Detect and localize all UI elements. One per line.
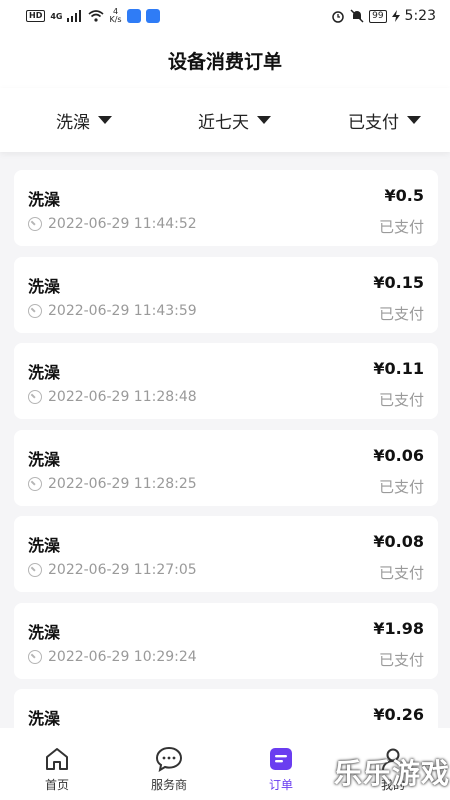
order-time: 2022-06-29 11:44:52 (28, 216, 197, 232)
order-status: 已支付 (378, 218, 424, 236)
clock-icon (28, 217, 42, 231)
order-status: 已支付 (378, 391, 424, 409)
chevron-down-icon (98, 116, 112, 124)
filter-device-type[interactable]: 洗澡 (56, 108, 112, 133)
order-name: 洗澡 (28, 276, 61, 296)
order-name: 洗澡 (28, 536, 61, 555)
filter-date-range-label: 近七天 (198, 112, 249, 133)
status-bar-left: HD 4G 4 K/s (26, 8, 160, 24)
order-time-text: 2022-06-29 11:28:48 (48, 389, 197, 405)
network-speed: 4 K/s (109, 8, 121, 24)
order-status: 已支付 (378, 304, 424, 323)
page-title: 设备消费订单 (167, 50, 282, 73)
app-header: 设备消费订单 (0, 32, 450, 88)
order-amount: ¥0.5 (384, 186, 424, 205)
order-time-text: 2022-06-29 11:27:05 (48, 562, 197, 578)
order-card[interactable]: 洗澡 2022-06-29 11:28:25 ¥0.06 已支付 (14, 429, 438, 506)
order-time: 2022-06-29 11:43:59 (28, 303, 197, 319)
order-card[interactable]: 洗澡 2022-06-29 11:28:48 ¥0.11 已支付 (14, 343, 438, 419)
order-time-text: 2022-06-29 10:29:24 (48, 648, 197, 665)
tab-orders[interactable]: 订单 (241, 746, 321, 793)
filter-date-range[interactable]: 近七天 (198, 108, 271, 133)
order-card[interactable]: 洗澡 2022-06-29 11:43:59 ¥0.15 已支付 (14, 256, 438, 333)
speed-unit: K/s (109, 15, 122, 24)
order-amount: ¥0.15 (373, 272, 424, 292)
battery-indicator: 99 (369, 9, 387, 23)
order-amount: ¥0.11 (373, 359, 424, 378)
order-time-text: 2022-06-29 11:28:25 (48, 475, 197, 492)
filter-payment-status[interactable]: 已支付 (348, 108, 421, 133)
network-type: 4G (50, 11, 63, 21)
order-status: 已支付 (378, 650, 424, 669)
order-status: 已支付 (378, 477, 424, 496)
order-card[interactable]: 洗澡 2022-06-29 11:27:05 ¥0.08 已支付 (14, 516, 438, 592)
tab-home-label: 首页 (44, 778, 69, 792)
alarm-icon (332, 11, 344, 23)
tab-provider[interactable]: 服务商 (129, 746, 209, 793)
clock-icon (28, 303, 42, 318)
chevron-down-icon (257, 116, 271, 124)
order-time-text: 2022-06-29 11:43:59 (48, 302, 197, 319)
app-notification-icon (126, 9, 141, 23)
clock-icon (28, 390, 42, 404)
cloud-notification-icon (145, 9, 160, 23)
clock-icon (28, 649, 42, 664)
order-time: 2022-06-29 11:28:48 (28, 389, 197, 405)
order-list: 洗澡 2022-06-29 11:44:52 ¥0.5 已支付 洗澡 2022-… (14, 170, 438, 776)
clock-time: 5:23 (404, 8, 436, 24)
order-status: 已支付 (378, 564, 424, 582)
order-amount: ¥0.26 (373, 705, 424, 724)
filter-payment-status-label: 已支付 (348, 112, 399, 133)
order-card[interactable]: 洗澡 2022-06-29 10:29:24 ¥1.98 已支付 (14, 602, 438, 679)
order-name: 洗澡 (28, 190, 61, 209)
clock-icon (28, 476, 42, 491)
home-icon (46, 748, 68, 770)
order-time: 2022-06-29 11:28:25 (28, 476, 197, 492)
watermark-logo: 乐乐游戏 (333, 757, 450, 790)
order-name: 洗澡 (28, 622, 61, 642)
order-time: 2022-06-29 11:27:05 (28, 562, 197, 578)
status-bar-right: 99 5:23 (331, 8, 436, 24)
order-amount: ¥1.98 (373, 618, 424, 638)
order-amount: ¥0.08 (373, 532, 424, 551)
order-time: 2022-06-29 10:29:24 (28, 649, 197, 665)
wifi-icon (88, 10, 105, 22)
order-icon (270, 748, 292, 770)
clock-icon (28, 563, 42, 577)
hd-badge: HD (26, 10, 46, 22)
signal-icon (67, 10, 82, 22)
filter-bar: 洗澡 近七天 已支付 (0, 88, 450, 152)
order-name: 洗澡 (28, 709, 61, 728)
order-name: 洗澡 (28, 363, 61, 382)
tab-home[interactable]: 首页 (17, 746, 97, 793)
filter-device-type-label: 洗澡 (56, 112, 90, 133)
chat-bubble-icon (155, 746, 183, 772)
order-time-text: 2022-06-29 11:44:52 (48, 216, 197, 232)
chevron-down-icon (407, 116, 421, 124)
status-bar: HD 4G 4 K/s 99 5:23 (0, 0, 450, 32)
order-card[interactable]: 洗澡 2022-06-29 11:44:52 ¥0.5 已支付 (14, 170, 438, 246)
tab-orders-label: 订单 (268, 778, 293, 792)
bottom-tab-bar: 首页 服务商 订单 我的 乐乐游戏 (0, 728, 450, 800)
mute-icon (350, 9, 364, 23)
order-amount: ¥0.06 (373, 445, 424, 465)
charging-icon (391, 10, 400, 22)
order-name: 洗澡 (28, 449, 61, 469)
tab-provider-label: 服务商 (150, 778, 187, 792)
